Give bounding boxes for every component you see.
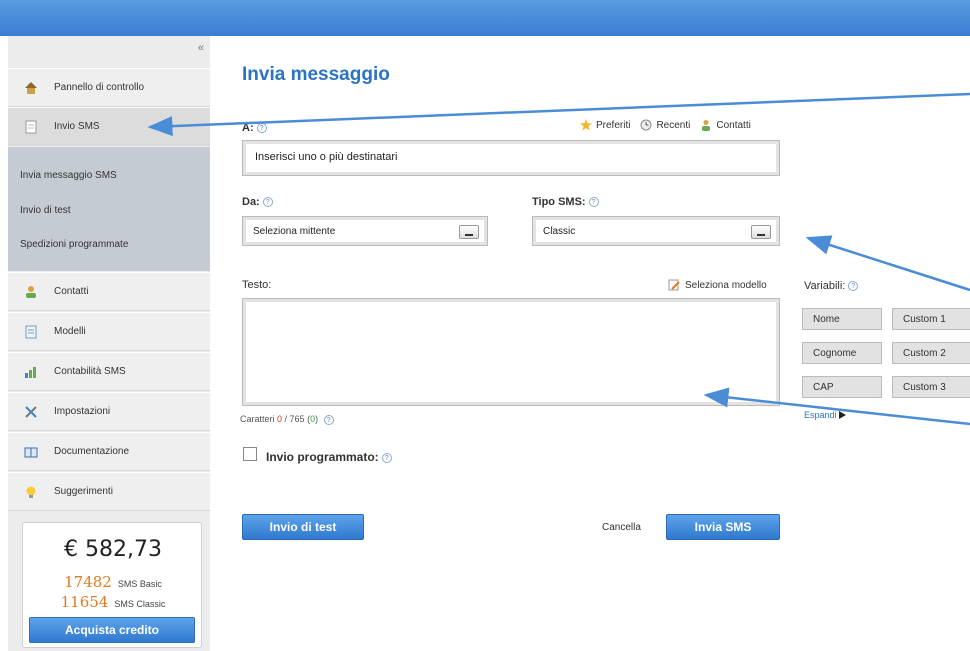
credit-classic-count: 11654 xyxy=(60,593,109,611)
sms-type-select-value: Classic xyxy=(543,226,576,237)
sidebar-submenu: Invia messaggio SMS Invio di test Spediz… xyxy=(8,147,210,271)
help-icon[interactable]: ? xyxy=(256,123,267,134)
sidebar-item-label: Pannello di controllo xyxy=(54,82,145,93)
sidebar-item-contatti[interactable]: Contatti xyxy=(8,272,210,311)
recipients-input[interactable]: Inserisci uno o più destinatari xyxy=(242,140,780,176)
credit-amount: € 582,73 xyxy=(64,537,162,562)
variable-cognome-button[interactable]: Cognome xyxy=(802,342,882,364)
expand-variables-link[interactable]: Espandi xyxy=(804,410,846,420)
contact-icon xyxy=(702,120,711,131)
sms-type-label-text: Tipo SMS: xyxy=(532,196,586,208)
scheduled-label-text: Invio programmato: xyxy=(266,450,379,464)
favorites-link[interactable]: Preferiti xyxy=(580,119,630,131)
sender-select[interactable]: Seleziona mittente xyxy=(242,216,488,246)
chart-icon xyxy=(24,365,38,379)
credit-basic-count: 17482 xyxy=(64,573,112,591)
submenu-item-test-send[interactable]: Invio di test xyxy=(20,205,71,216)
variable-custom3-button[interactable]: Custom 3 xyxy=(892,376,970,398)
text-label: Testo: xyxy=(242,279,272,291)
cancel-link[interactable]: Cancella xyxy=(602,522,641,533)
dropdown-arrow-icon[interactable] xyxy=(751,225,771,239)
to-label-text: A: xyxy=(242,122,254,134)
sms-type-label: Tipo SMS:? xyxy=(532,196,599,208)
scheduled-checkbox[interactable] xyxy=(243,447,257,461)
bulb-icon xyxy=(24,485,38,499)
help-icon[interactable]: ? xyxy=(262,197,273,208)
credit-classic-label: SMS Classic xyxy=(114,599,166,609)
favorites-label: Preferiti xyxy=(596,119,631,131)
sidebar-item-label: Documentazione xyxy=(54,446,130,457)
counter-suffix: ) xyxy=(315,414,319,424)
recipients-placeholder: Inserisci uno o più destinatari xyxy=(255,151,398,163)
collapse-sidebar-button[interactable]: « xyxy=(198,42,204,54)
contacts-icon xyxy=(24,285,38,299)
submenu-item-scheduled[interactable]: Spedizioni programmate xyxy=(20,239,128,250)
credit-basic-line: 17482 SMS Basic xyxy=(23,573,203,591)
help-icon[interactable]: ? xyxy=(588,197,599,208)
templates-icon xyxy=(24,325,38,339)
sidebar-item-label: Invio SMS xyxy=(54,121,100,132)
variables-label-text: Variabili: xyxy=(804,280,846,292)
sidebar-item-label: Contatti xyxy=(54,286,89,297)
sidebar-item-dashboard[interactable]: Pannello di controllo xyxy=(8,68,210,107)
message-textarea[interactable] xyxy=(242,298,780,406)
top-bar xyxy=(0,0,970,36)
home-icon xyxy=(24,81,38,95)
settings-icon xyxy=(24,405,38,419)
sidebar-item-invio-sms[interactable]: Invio SMS xyxy=(8,107,210,146)
sidebar-item-modelli[interactable]: Modelli xyxy=(8,312,210,351)
test-send-button[interactable]: Invio di test xyxy=(242,514,364,540)
expand-label: Espandi xyxy=(804,410,837,420)
variable-custom1-button[interactable]: Custom 1 xyxy=(892,308,970,330)
sidebar-item-label: Contabilità SMS xyxy=(54,366,126,377)
help-icon[interactable]: ? xyxy=(381,452,392,463)
scheduled-label: Invio programmato:? xyxy=(266,450,392,464)
sidebar-item-label: Impostazioni xyxy=(54,406,111,417)
sms-type-select[interactable]: Classic xyxy=(532,216,780,246)
sidebar-item-impostazioni[interactable]: Impostazioni xyxy=(8,392,210,431)
sidebar-item-suggerimenti[interactable]: Suggerimenti xyxy=(8,472,210,511)
help-icon[interactable]: ? xyxy=(323,414,334,425)
sidebar-item-documentazione[interactable]: Documentazione xyxy=(8,432,210,471)
send-sms-button[interactable]: Invia SMS xyxy=(666,514,780,540)
template-edit-icon xyxy=(668,279,680,291)
variable-cap-button[interactable]: CAP xyxy=(802,376,882,398)
character-counter: Caratteri 0 / 765 (0) ? xyxy=(240,414,334,425)
submenu-item-send-sms[interactable]: Invia messaggio SMS xyxy=(20,170,117,181)
dropdown-arrow-icon[interactable] xyxy=(459,225,479,239)
counter-prefix: Caratteri xyxy=(240,414,275,424)
counter-separator: / 765 ( xyxy=(282,414,311,424)
play-arrow-icon xyxy=(838,411,846,419)
clock-icon xyxy=(640,119,652,131)
variable-nome-button[interactable]: Nome xyxy=(802,308,882,330)
contacts-label: Contatti xyxy=(716,119,751,131)
from-label: Da:? xyxy=(242,196,273,208)
credit-box: € 582,73 17482 SMS Basic 11654 SMS Classic… xyxy=(22,522,202,648)
buy-credit-button[interactable]: Acquista credito xyxy=(29,617,195,643)
select-template-label: Seleziona modello xyxy=(685,279,767,291)
sidebar: « Pannello di controllo Invio SMS Invia … xyxy=(8,36,210,651)
book-icon xyxy=(24,445,38,459)
star-icon xyxy=(580,119,592,131)
recent-link[interactable]: Recenti xyxy=(640,119,690,131)
credit-classic-line: 11654 SMS Classic xyxy=(23,593,203,611)
credit-basic-label: SMS Basic xyxy=(117,579,162,589)
contacts-link[interactable]: Contatti xyxy=(700,119,751,131)
page-title: Invia messaggio xyxy=(242,64,390,85)
sender-select-value: Seleziona mittente xyxy=(253,226,336,237)
select-template-link[interactable]: Seleziona modello xyxy=(668,279,767,291)
sidebar-item-contabilita[interactable]: Contabilità SMS xyxy=(8,352,210,391)
recipient-quick-links: Preferiti Recenti Contatti xyxy=(580,119,751,131)
sidebar-item-label: Modelli xyxy=(54,326,86,337)
help-icon[interactable]: ? xyxy=(848,281,859,292)
sidebar-item-label: Suggerimenti xyxy=(54,486,113,497)
main-content: Invia messaggio A:? Preferiti Recenti Co… xyxy=(210,36,970,651)
recent-label: Recenti xyxy=(656,119,691,131)
variable-custom2-button[interactable]: Custom 2 xyxy=(892,342,970,364)
sms-icon xyxy=(24,120,38,134)
variables-label: Variabili:? xyxy=(804,280,859,292)
to-label: A:? xyxy=(242,122,267,134)
from-label-text: Da: xyxy=(242,196,260,208)
